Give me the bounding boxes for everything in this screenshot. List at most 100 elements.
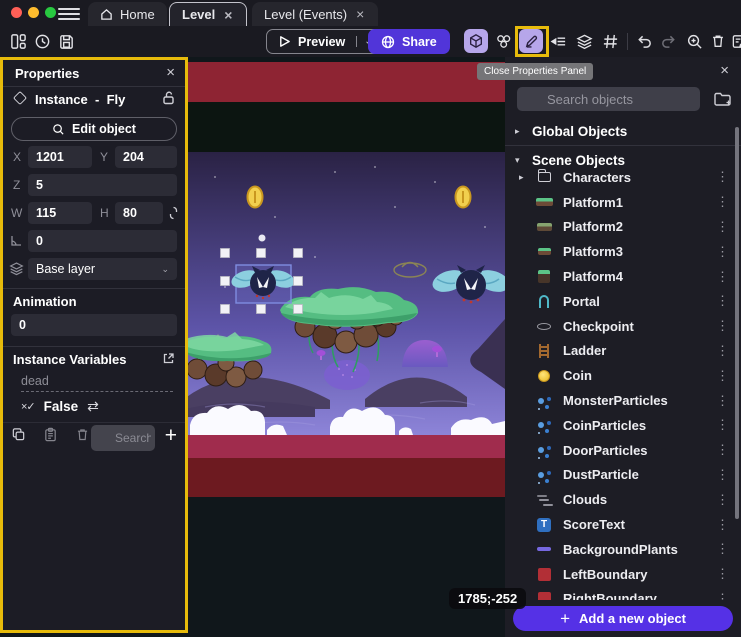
close-icon[interactable]: ×: [166, 64, 175, 81]
open-variables-icon[interactable]: [162, 352, 175, 370]
toggle-value-icon[interactable]: ⇄: [87, 398, 99, 415]
kebab-menu-icon[interactable]: ⋮: [713, 517, 732, 533]
layer-select[interactable]: Base layer ⌄: [28, 258, 177, 280]
selected-fly-instance[interactable]: [229, 265, 297, 303]
object-name: MonsterParticles: [563, 393, 668, 408]
boundary-icon: [538, 568, 551, 581]
kebab-menu-icon[interactable]: ⋮: [713, 492, 732, 508]
add-object-button[interactable]: + Add a new object: [513, 606, 733, 631]
notebook-edit-icon: [731, 33, 741, 50]
paste-icon[interactable]: [43, 427, 58, 447]
tab-level-events[interactable]: Level (Events) ×: [252, 2, 378, 26]
object-list-item[interactable]: ▸Platform2⋮: [505, 215, 741, 240]
object-list-item[interactable]: ▸Ladder⋮: [505, 339, 741, 364]
animation-input[interactable]: [11, 314, 177, 336]
coin-instance[interactable]: [248, 187, 263, 208]
y-input[interactable]: [115, 146, 177, 168]
object-list-item[interactable]: ▸Platform3⋮: [505, 239, 741, 264]
window-minimize-button[interactable]: [28, 7, 39, 18]
undo-icon: [636, 33, 653, 50]
unlock-icon[interactable]: [162, 91, 175, 110]
tab-home[interactable]: Home: [88, 2, 167, 26]
share-button[interactable]: Share: [368, 29, 450, 54]
object-list-item[interactable]: ▸LeftBoundary⋮: [505, 562, 741, 587]
object-list-item[interactable]: ▸MonsterParticles⋮: [505, 388, 741, 413]
w-label: W: [11, 206, 22, 220]
object-list-item[interactable]: ▸Clouds⋮: [505, 487, 741, 512]
add-folder-icon[interactable]: [713, 90, 732, 113]
kebab-menu-icon[interactable]: ⋮: [713, 293, 732, 309]
object-list-item[interactable]: ▸BackgroundPlants⋮: [505, 537, 741, 562]
search-objects-input[interactable]: [517, 87, 700, 111]
close-icon[interactable]: ×: [720, 62, 729, 79]
x-input[interactable]: [28, 146, 92, 168]
window-zoom-button[interactable]: [45, 7, 56, 18]
variable-value-row[interactable]: ×✓ False ⇄: [21, 398, 99, 415]
scene-canvas[interactable]: [185, 57, 505, 637]
object-name: BackgroundPlants: [563, 542, 678, 557]
kebab-menu-icon[interactable]: ⋮: [713, 417, 732, 433]
kebab-menu-icon[interactable]: ⋮: [713, 169, 732, 185]
kebab-menu-icon[interactable]: ⋮: [713, 219, 732, 235]
close-icon[interactable]: ×: [354, 6, 366, 22]
width-input[interactable]: [28, 202, 92, 224]
object-list-item[interactable]: ▸Coin⋮: [505, 363, 741, 388]
scrollbar[interactable]: [735, 127, 739, 519]
object-list-item[interactable]: ▸Checkpoint⋮: [505, 314, 741, 339]
section-global-objects[interactable]: ▸ Global Objects: [505, 120, 741, 142]
properties-panel-button[interactable]: [519, 29, 543, 53]
preview-button[interactable]: Preview ⌄: [266, 29, 381, 54]
object-list-item[interactable]: ▸DustParticle⋮: [505, 463, 741, 488]
kebab-menu-icon[interactable]: ⋮: [713, 244, 732, 260]
object-list-item[interactable]: ▸Platform1⋮: [505, 190, 741, 215]
y-label: Y: [100, 150, 108, 164]
particles-icon: [538, 398, 544, 404]
undo-button[interactable]: [632, 29, 656, 53]
redo-button[interactable]: [656, 29, 680, 53]
angle-input[interactable]: [28, 230, 177, 252]
kebab-menu-icon[interactable]: ⋮: [713, 269, 732, 285]
close-icon[interactable]: ×: [222, 7, 234, 23]
kebab-menu-icon[interactable]: ⋮: [713, 343, 732, 359]
grid-button[interactable]: [598, 29, 622, 53]
layout-panels-button[interactable]: [6, 29, 30, 53]
height-input[interactable]: [115, 202, 163, 224]
kebab-menu-icon[interactable]: ⋮: [713, 393, 732, 409]
edit-object-button[interactable]: Edit object: [11, 117, 177, 141]
chevron-right-icon[interactable]: ▸: [519, 172, 533, 183]
add-variable-button[interactable]: +: [165, 424, 177, 448]
history-button[interactable]: [30, 29, 54, 53]
kebab-menu-icon[interactable]: ⋮: [713, 541, 732, 557]
object-list-item[interactable]: ▸Characters⋮: [505, 165, 741, 190]
object-list-item[interactable]: ▸Portal⋮: [505, 289, 741, 314]
link-dimensions-icon[interactable]: [168, 206, 179, 225]
chevron-right-icon: ▸: [515, 126, 523, 137]
variable-name[interactable]: dead: [21, 374, 173, 392]
object-list-item[interactable]: ▸Platform4⋮: [505, 264, 741, 289]
variables-search-input[interactable]: [91, 425, 155, 451]
z-input[interactable]: [28, 174, 177, 196]
kebab-menu-icon[interactable]: ⋮: [713, 467, 732, 483]
kebab-menu-icon[interactable]: ⋮: [713, 442, 732, 458]
object-groups-button[interactable]: [491, 29, 515, 53]
coin-instance[interactable]: [456, 187, 471, 208]
toggle-3d-button[interactable]: [464, 29, 488, 53]
hamburger-menu-icon[interactable]: [58, 5, 80, 21]
trash-icon[interactable]: [75, 427, 90, 447]
kebab-menu-icon[interactable]: ⋮: [713, 368, 732, 384]
object-list-item[interactable]: ▸CoinParticles⋮: [505, 413, 741, 438]
object-list-item[interactable]: ▸TScoreText⋮: [505, 512, 741, 537]
save-button[interactable]: [54, 29, 78, 53]
layers-button[interactable]: [572, 29, 596, 53]
zoom-in-button[interactable]: [682, 29, 706, 53]
tab-level[interactable]: Level ×: [169, 2, 247, 26]
window-close-button[interactable]: [11, 7, 22, 18]
copy-icon[interactable]: [11, 427, 26, 447]
kebab-menu-icon[interactable]: ⋮: [713, 318, 732, 334]
instances-list-button[interactable]: [546, 29, 570, 53]
kebab-menu-icon[interactable]: ⋮: [713, 566, 732, 582]
platform2-icon: [537, 223, 552, 231]
kebab-menu-icon[interactable]: ⋮: [713, 194, 732, 210]
project-notes-button[interactable]: [727, 29, 741, 53]
object-list-item[interactable]: ▸DoorParticles⋮: [505, 438, 741, 463]
